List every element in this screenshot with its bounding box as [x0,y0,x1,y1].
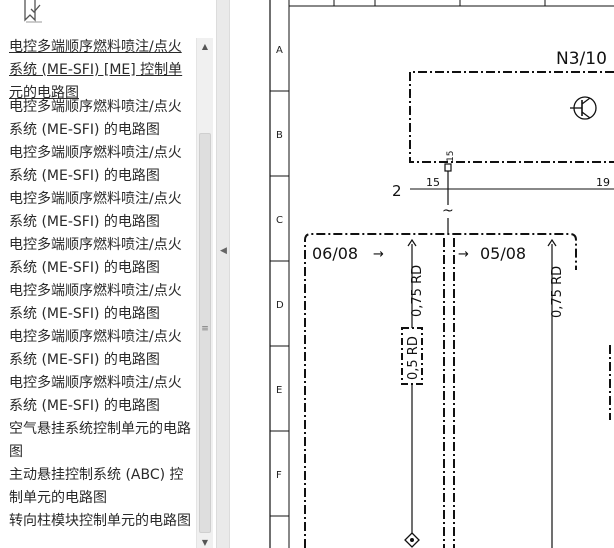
pin-label: 15 [446,151,456,162]
bookmarks-panel: 电控多端顺序燃料喷注/点火系统 (ME-SFI) [ME] 控制单元的电路图 电… [0,0,216,548]
bookmark-list: 电控多端顺序燃料喷注/点火系统 (ME-SFI) [ME] 控制单元的电路图 电… [0,34,196,548]
wiring-diagram: A B C D E F N3/10 15 15 19 2 ~ 06/08 → 0… [269,0,614,548]
document-view: A B C D E F N3/10 15 15 19 2 ~ 06/08 → 0… [230,0,614,548]
bookmark-item[interactable]: 电控多端顺序燃料喷注/点火系统 (ME-SFI) 的电路图 [9,188,195,234]
bookmark-item[interactable]: 转向柱模块控制单元的电路图 [9,510,195,533]
pin-label: 15 [426,176,440,189]
bookmark-item[interactable]: 电控多端顺序燃料喷注/点火系统 (ME-SFI) 的电路图 [9,234,195,280]
separator-mark: ~ [442,203,454,219]
bookmark-item[interactable]: 电控多端顺序燃料喷注/点火系统 (ME-SFI) 的电路图 [9,326,195,372]
row-label: C [276,215,283,226]
row-label: F [276,470,282,481]
bookmarks-toolbar [0,0,216,30]
row-label: A [276,45,283,56]
bookmark-item[interactable]: 电控多端顺序燃料喷注/点火系统 (ME-SFI) 的电路图 [9,96,195,142]
scrollbar-thumb[interactable]: ≡ [199,133,211,533]
cross-reference: 05/08 [480,244,526,263]
scroll-up-arrow-icon[interactable]: ▲ [200,42,210,52]
bookmark-item[interactable]: 主动悬挂控制系统 (ABC) 控制单元的电路图 [9,464,195,510]
wire-harness-boundary [304,233,577,548]
bookmark-scrollbar[interactable]: ▲ ≡ ▼ [196,38,213,548]
bookmark-item[interactable]: 空气悬挂系统控制单元的电路图 [9,418,195,464]
cross-reference: 06/08 [312,244,358,263]
row-label: D [276,300,284,311]
arrow-right-icon: → [373,247,384,262]
wire-label: 0,5 RD [406,336,421,380]
component-boundary [409,71,614,163]
scroll-down-arrow-icon[interactable]: ▼ [200,538,210,548]
bookmark-item[interactable]: 电控多端顺序燃料喷注/点火系统 (ME-SFI) 的电路图 [9,142,195,188]
bookmark-icon[interactable] [22,0,44,24]
row-label: B [276,130,283,141]
node-label: 2 [392,182,402,200]
wire-label: 0,75 RD [410,265,425,317]
component-label: N3/10 [556,49,607,69]
grip-icon: ≡ [201,324,209,334]
row-label: E [276,385,282,396]
bookmark-item[interactable]: 电控多端顺序燃料喷注/点火系统 (ME-SFI) 的电路图 [9,280,195,326]
transistor-icon [570,96,597,120]
pin-label: 19 [596,176,610,189]
bookmark-item[interactable]: 电控多端顺序燃料喷注/点火系统 (ME-SFI) [ME] 控制单元的电路图 [9,36,195,105]
panel-splitter[interactable]: ◀ [216,0,230,548]
collapse-left-icon[interactable]: ◀ [220,246,227,256]
arrow-right-icon: → [458,247,469,262]
bookmark-item[interactable]: 电控多端顺序燃料喷注/点火系统 (ME-SFI) 的电路图 [9,372,195,418]
wire-label: 0,75 RD [550,266,565,318]
splice-icon [404,532,420,548]
